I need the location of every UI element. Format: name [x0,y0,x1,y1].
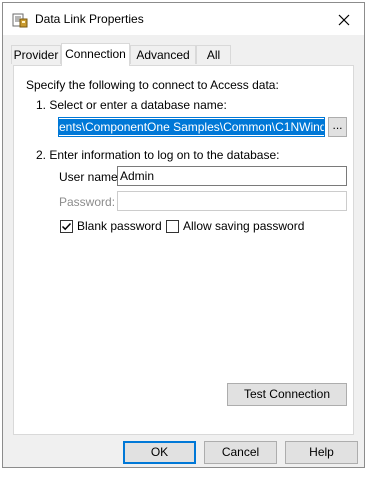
step1-label: 1. Select or enter a database name: [36,98,227,112]
help-button[interactable]: Help [285,441,358,464]
data-link-app-icon [12,12,28,28]
allow-saving-password-label: Allow saving password [183,219,305,233]
tab-advanced[interactable]: Advanced [130,45,196,64]
username-label: User name: [59,170,122,184]
step2-label: 2. Enter information to log on to the da… [36,148,280,162]
allow-saving-password-checkbox[interactable] [166,220,179,233]
connection-panel: Specify the following to connect to Acce… [13,65,354,435]
password-input[interactable] [117,191,347,211]
blank-password-checkbox[interactable] [60,220,73,233]
tab-all[interactable]: All [196,45,231,64]
test-connection-button[interactable]: Test Connection [227,383,347,406]
intro-label: Specify the following to connect to Acce… [26,78,279,92]
database-name-text: ents\ComponentOne Samples\Common\C1NWind… [59,119,324,135]
tab-strip: Provider Connection Advanced All [11,43,351,66]
ok-button[interactable]: OK [123,441,196,464]
checkmark-icon [61,222,72,231]
username-input[interactable]: Admin [117,166,347,186]
browse-button[interactable]: ... [328,117,347,137]
window-title: Data Link Properties [35,12,144,26]
database-name-input[interactable]: ents\ComponentOne Samples\Common\C1NWind… [58,117,325,137]
title-bar: Data Link Properties [3,3,364,35]
password-label: Password: [59,195,116,209]
tab-connection[interactable]: Connection [61,43,130,66]
cancel-button[interactable]: Cancel [204,441,277,464]
data-link-properties-dialog: Data Link Properties Provider Connection… [2,2,365,468]
tab-provider[interactable]: Provider [11,45,61,64]
close-icon[interactable] [333,9,355,31]
blank-password-label: Blank password [77,219,162,233]
